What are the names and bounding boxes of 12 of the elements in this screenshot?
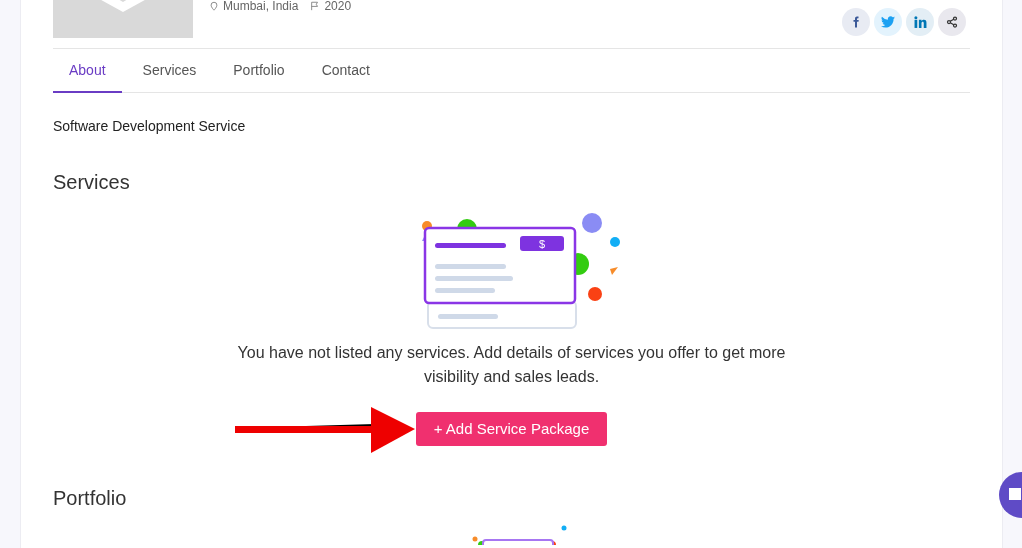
tab[interactable]: Services — [126, 49, 213, 93]
tab[interactable]: Portfolio — [217, 49, 301, 93]
location-text: Mumbai, India — [223, 0, 299, 15]
section-heading: Portfolio — [53, 486, 128, 511]
empty-services-illustration: $ — [381, 211, 642, 331]
tab[interactable]: Contact — [305, 49, 386, 93]
about-text: Software Development Service — [53, 117, 247, 136]
year-text: 2020 — [324, 0, 352, 15]
tab[interactable]: About — [53, 49, 122, 93]
section-heading: Services — [53, 170, 131, 195]
empty-state-message: You have not listed any services. Add details of services you offer to get more visibility and sales leads. — [236, 343, 787, 387]
add-service-package-button[interactable]: + Add Service Package — [415, 412, 608, 446]
